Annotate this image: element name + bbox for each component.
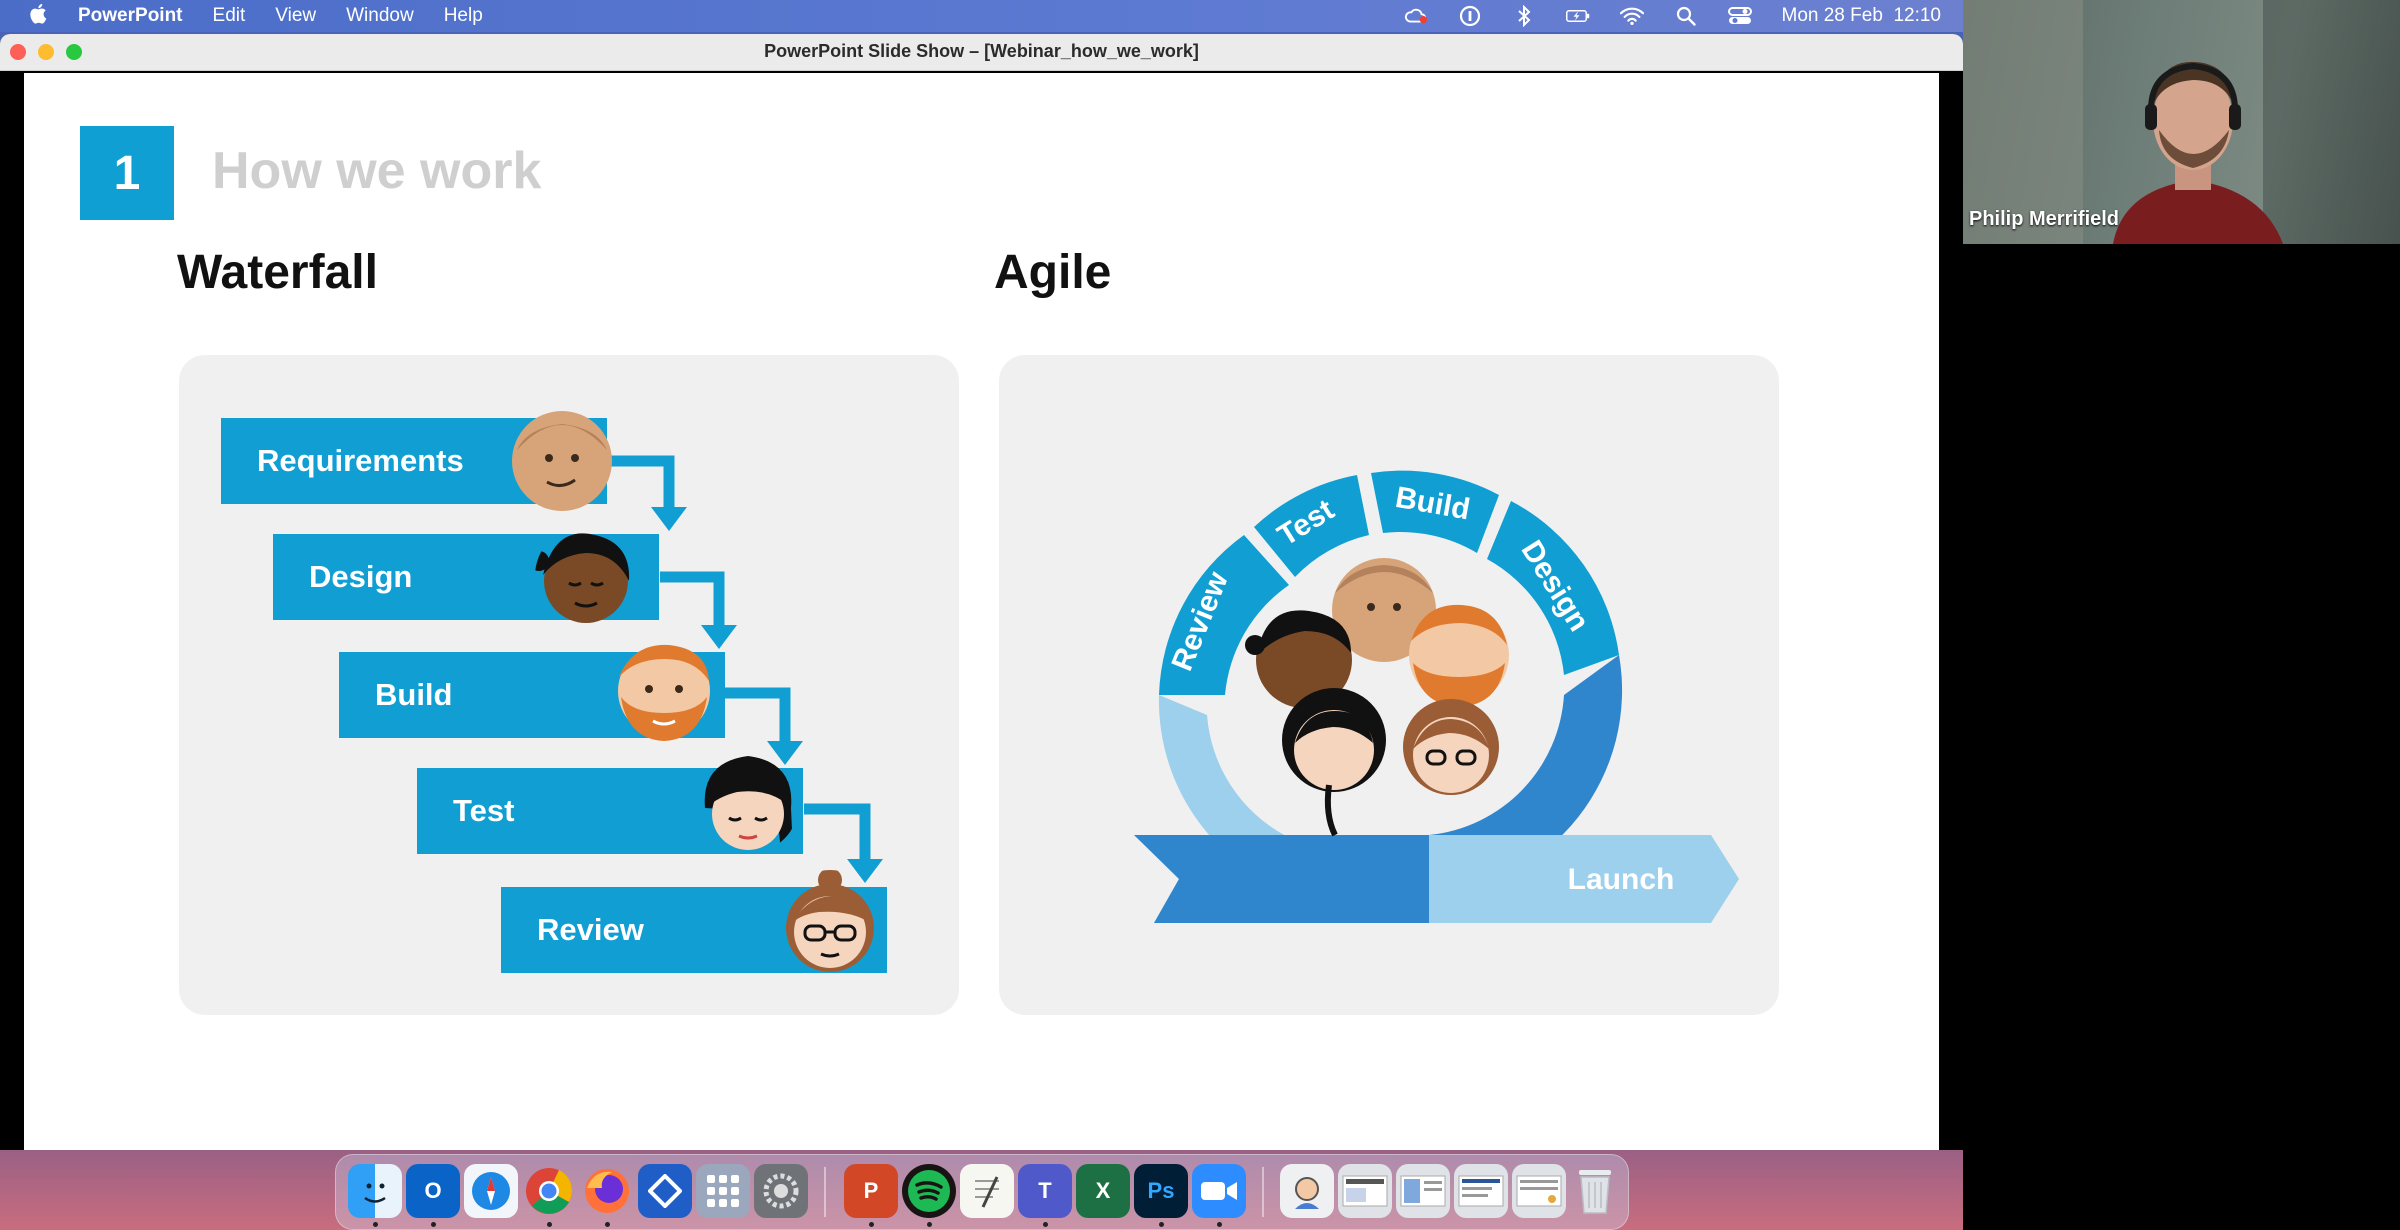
- avatar-woman-ponytail-icon: [535, 533, 630, 623]
- creative-cloud-icon[interactable]: [1404, 4, 1428, 28]
- firefox-icon[interactable]: [580, 1164, 634, 1218]
- slide-title: How we work: [212, 142, 542, 200]
- powerpoint-icon[interactable]: P: [844, 1164, 898, 1218]
- outlook-icon[interactable]: O: [406, 1164, 460, 1218]
- outlook-running-indicator: [431, 1222, 436, 1227]
- zoom-icon[interactable]: [1192, 1164, 1246, 1218]
- participant-video-tile[interactable]: Philip Merrifield: [1963, 0, 2400, 244]
- jira-icon[interactable]: [638, 1164, 692, 1218]
- preview-icon[interactable]: [1280, 1164, 1334, 1218]
- avatar-bald-man-icon: [512, 411, 612, 511]
- menu-window[interactable]: Window: [346, 5, 414, 27]
- dock: O P T X Ps: [335, 1154, 1629, 1230]
- document-thumbnail-icon[interactable]: [1338, 1164, 1392, 1218]
- dock-separator: [824, 1167, 826, 1217]
- search-icon[interactable]: [1674, 4, 1698, 28]
- menubar-clock[interactable]: Mon 28 Feb 12:10: [1782, 5, 1942, 27]
- photoshop-running-indicator: [1159, 1222, 1164, 1227]
- wifi-icon[interactable]: [1619, 4, 1644, 28]
- agile-heading: Agile: [994, 246, 1112, 299]
- document-thumbnail-icon[interactable]: [1396, 1164, 1450, 1218]
- app-menu-powerpoint[interactable]: PowerPoint: [78, 5, 183, 27]
- participant-name-label: Philip Merrifield: [1969, 208, 2120, 230]
- teams-running-indicator: [1043, 1222, 1048, 1227]
- finder-running-indicator: [373, 1222, 378, 1227]
- finder-icon[interactable]: [348, 1164, 402, 1218]
- photoshop-icon[interactable]: Ps: [1134, 1164, 1188, 1218]
- window-title: PowerPoint Slide Show – [Webinar_how_we_…: [764, 41, 1199, 61]
- firefox-running-indicator: [605, 1222, 610, 1227]
- safari-icon[interactable]: [464, 1164, 518, 1218]
- textedit-icon[interactable]: [960, 1164, 1014, 1218]
- dock-separator: [1262, 1167, 1264, 1217]
- menu-view[interactable]: View: [275, 5, 316, 27]
- 1password-icon[interactable]: [1458, 4, 1482, 28]
- agile-panel: Review Test Build Design Launch: [999, 355, 1779, 1015]
- teams-icon[interactable]: T: [1018, 1164, 1072, 1218]
- menu-edit[interactable]: Edit: [213, 5, 246, 27]
- powerpoint-window: PowerPoint Slide Show – [Webinar_how_we_…: [0, 34, 1963, 1150]
- launchpad-icon[interactable]: [696, 1164, 750, 1218]
- spotify-icon[interactable]: [902, 1164, 956, 1218]
- avatar-woman-glasses-icon: [786, 870, 874, 972]
- apple-menu-icon[interactable]: [28, 3, 48, 30]
- slide[interactable]: 1 How we work Waterfall Agile Requiremen…: [24, 73, 1939, 1150]
- avatar-woman-black-hair-icon: [704, 756, 793, 852]
- avatar-bearded-man-icon: [618, 644, 710, 741]
- section-number-badge: 1: [80, 126, 174, 220]
- document-thumbnail-icon[interactable]: [1454, 1164, 1508, 1218]
- waterfall-panel: Requirements Design Build Test Review: [179, 355, 959, 1015]
- document-thumbnail-icon[interactable]: [1512, 1164, 1566, 1218]
- zoom-running-indicator: [1217, 1222, 1222, 1227]
- chrome-running-indicator: [547, 1222, 552, 1227]
- window-titlebar[interactable]: PowerPoint Slide Show – [Webinar_how_we_…: [0, 34, 1963, 71]
- system-preferences-icon[interactable]: [754, 1164, 808, 1218]
- spotify-running-indicator: [927, 1222, 932, 1227]
- control-center-icon[interactable]: [1727, 4, 1752, 28]
- battery-icon[interactable]: [1565, 4, 1590, 28]
- trash-icon[interactable]: [1568, 1164, 1622, 1218]
- waterfall-heading: Waterfall: [177, 246, 378, 299]
- menu-help[interactable]: Help: [444, 5, 483, 27]
- excel-icon[interactable]: X: [1076, 1164, 1130, 1218]
- agile-launch-label: Launch: [1568, 863, 1675, 896]
- agile-cycle-diagram: Review Test Build Design Launch: [1134, 470, 1739, 923]
- powerpoint-running-indicator: [869, 1222, 874, 1227]
- chrome-icon[interactable]: [522, 1164, 576, 1218]
- menu-bar: PowerPoint Edit View Window Help Mon 28 …: [0, 0, 1963, 32]
- bluetooth-icon[interactable]: [1512, 4, 1536, 28]
